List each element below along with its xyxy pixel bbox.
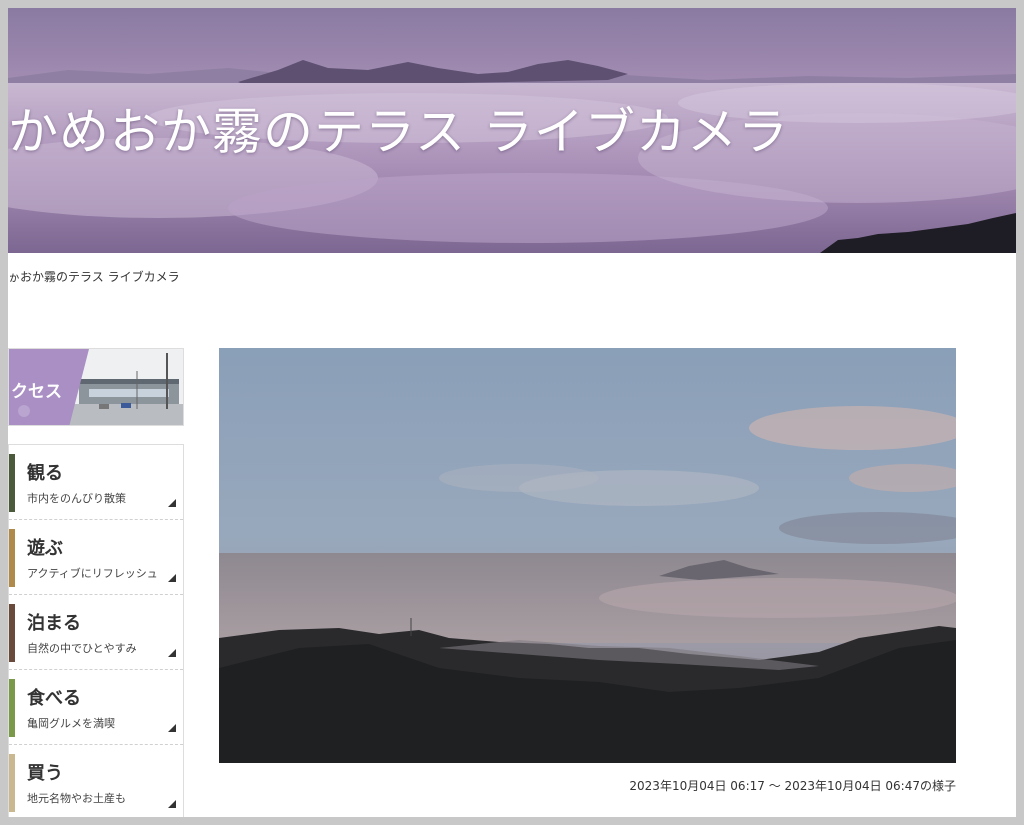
sidebar-menu: 観る 市内をのんびり散策 遊ぶ アクティブにリフレッシュ 泊まる 自然の中でひと… [8,444,184,817]
thumbnail-image [9,754,15,812]
sidebar-item-title: 買う [27,763,63,784]
sidebar-item-title: 泊まる [27,613,81,634]
sidebar-item-subtitle: 亀岡グルメを満喫 [27,717,115,730]
live-camera-image[interactable] [219,348,956,763]
sidebar-item-subtitle: 市内をのんびり散策 [27,492,126,505]
hero-banner: かめおか霧のテラス ライブカメラ [8,8,1016,253]
corner-arrow-icon [168,574,176,582]
sidebar-item-see[interactable]: 観る 市内をのんびり散策 [9,445,183,520]
page-title: かめおか霧のテラス ライブカメラ [8,103,789,161]
thumbnail-image [9,604,15,662]
corner-arrow-icon [168,800,176,808]
corner-arrow-icon [168,724,176,732]
sidebar-item-subtitle: アクティブにリフレッシュ [27,567,158,580]
page: かめおか霧のテラス ライブカメラ ゕおか霧のテラス ライブカメラ クセス 観る … [8,8,1016,817]
sidebar-item-buy[interactable]: 買う 地元名物やお土産も [9,745,183,817]
access-label: クセス [11,382,62,402]
sidebar-item-title: 食べる [27,688,81,709]
camera-caption: 2023年10月04日 06:17 ～ 2023年10月04日 06:47の様子 [629,779,956,793]
sidebar-item-title: 遊ぶ [27,538,63,559]
access-banner[interactable]: クセス [8,348,184,426]
corner-arrow-icon [168,649,176,657]
sidebar-item-stay[interactable]: 泊まる 自然の中でひとやすみ [9,595,183,670]
breadcrumb[interactable]: ゕおか霧のテラス ライブカメラ [8,268,180,285]
thumbnail-image [9,679,15,737]
corner-arrow-icon [168,499,176,507]
camera-scene-image [219,348,956,763]
thumbnail-image [9,454,15,512]
sidebar-item-subtitle: 自然の中でひとやすみ [27,642,137,655]
sidebar-item-eat[interactable]: 食べる 亀岡グルメを満喫 [9,670,183,745]
sidebar-item-title: 観る [27,463,63,484]
sidebar-item-subtitle: 地元名物やお土産も [27,792,126,805]
sidebar-item-play[interactable]: 遊ぶ アクティブにリフレッシュ [9,520,183,595]
thumbnail-image [9,529,15,587]
